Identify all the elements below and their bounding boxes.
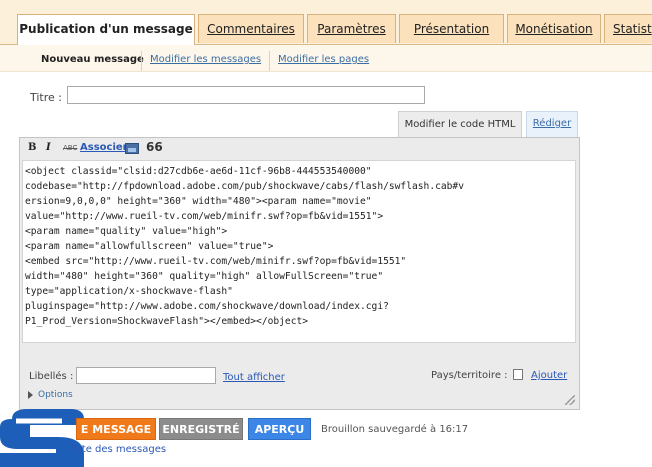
tab-compose[interactable]: Rédiger: [526, 111, 578, 137]
main-tab-bar: Publication d'un message Commentaires Pa…: [0, 0, 652, 45]
tab-presentation[interactable]: Présentation: [399, 14, 504, 43]
tab-edit-html[interactable]: Modifier le code HTML: [398, 111, 522, 137]
labels-label: Libellés :: [29, 371, 74, 382]
code-line: <embed src="http://www.rueil-tv.com/web/…: [25, 256, 407, 267]
resize-grip-icon[interactable]: [565, 395, 575, 405]
title-input[interactable]: [67, 86, 425, 104]
tab-monetization[interactable]: Monétisation: [507, 14, 601, 43]
code-line: pluginspage="http://www.adobe.com/shockw…: [25, 301, 389, 312]
subtab-edit-pages[interactable]: Modifier les pages: [269, 51, 377, 71]
link-button[interactable]: Associer: [80, 142, 128, 153]
tab-publication[interactable]: Publication d'un message: [17, 14, 195, 45]
italic-button[interactable]: I: [46, 142, 51, 153]
html-code-textarea[interactable]: <object classid="clsid:d27cdb6e-ae6d-11c…: [22, 160, 576, 343]
add-location-link[interactable]: Ajouter: [531, 370, 567, 381]
code-line: codebase="http://fpdownload.adobe.com/pu…: [25, 181, 464, 192]
subtab-new-message[interactable]: Nouveau message: [33, 51, 152, 71]
code-line: <param name="quality" value="high">: [25, 226, 228, 237]
code-line: <object classid="clsid:d27cdb6e-ae6d-11c…: [25, 166, 372, 177]
show-all-labels-link[interactable]: Tout afficher: [223, 372, 285, 383]
sub-tab-bar: Nouveau message Modifier les messages Mo…: [0, 45, 652, 72]
draft-status: Brouillon sauvegardé à 16:17: [321, 424, 469, 435]
subtab-edit-messages[interactable]: Modifier les messages: [141, 51, 269, 71]
strikethrough-button[interactable]: ABC: [63, 144, 77, 152]
code-line: value="http://www.rueil-tv.com/web/minif…: [25, 211, 384, 222]
image-icon[interactable]: [125, 143, 139, 154]
publish-button[interactable]: E MESSAGE: [76, 418, 156, 440]
tab-settings[interactable]: Paramètres: [307, 14, 396, 43]
code-line: ersion=9,0,0,0" height="360" width="480"…: [25, 196, 372, 207]
code-line: <param name="allowfullscreen" value="tru…: [25, 241, 274, 252]
labels-input[interactable]: [76, 367, 216, 384]
location-icon: [513, 369, 523, 380]
save-button[interactable]: ENREGISTRÉ: [159, 418, 243, 440]
return-to-list-link[interactable]: liste des messages: [71, 444, 166, 455]
bold-button[interactable]: B: [28, 142, 36, 153]
code-line: width="480" height="360" quality="high" …: [25, 271, 384, 282]
quote-button[interactable]: 66: [146, 140, 163, 154]
labels-row: Libellés : Tout afficher Pays/territoire…: [20, 350, 579, 384]
tab-stats[interactable]: Statist: [604, 14, 652, 43]
expand-arrow-icon: [28, 390, 33, 399]
location-label: Pays/territoire :: [431, 370, 508, 381]
tab-comments[interactable]: Commentaires: [198, 14, 304, 43]
code-line: P1_Prod_Version=ShockwaveFlash"></embed>…: [25, 316, 309, 327]
logo: [0, 409, 84, 467]
code-line: type="application/x-shockwave-flash": [25, 286, 233, 297]
post-editor: B I ABC Associer 66 <object classid="cls…: [19, 137, 580, 410]
options-toggle[interactable]: Options: [28, 390, 73, 400]
options-label: Options: [38, 390, 73, 400]
title-label: Titre :: [30, 91, 63, 104]
preview-button[interactable]: APERÇU: [248, 418, 311, 440]
editor-toolbar: B I ABC Associer 66: [20, 138, 579, 160]
